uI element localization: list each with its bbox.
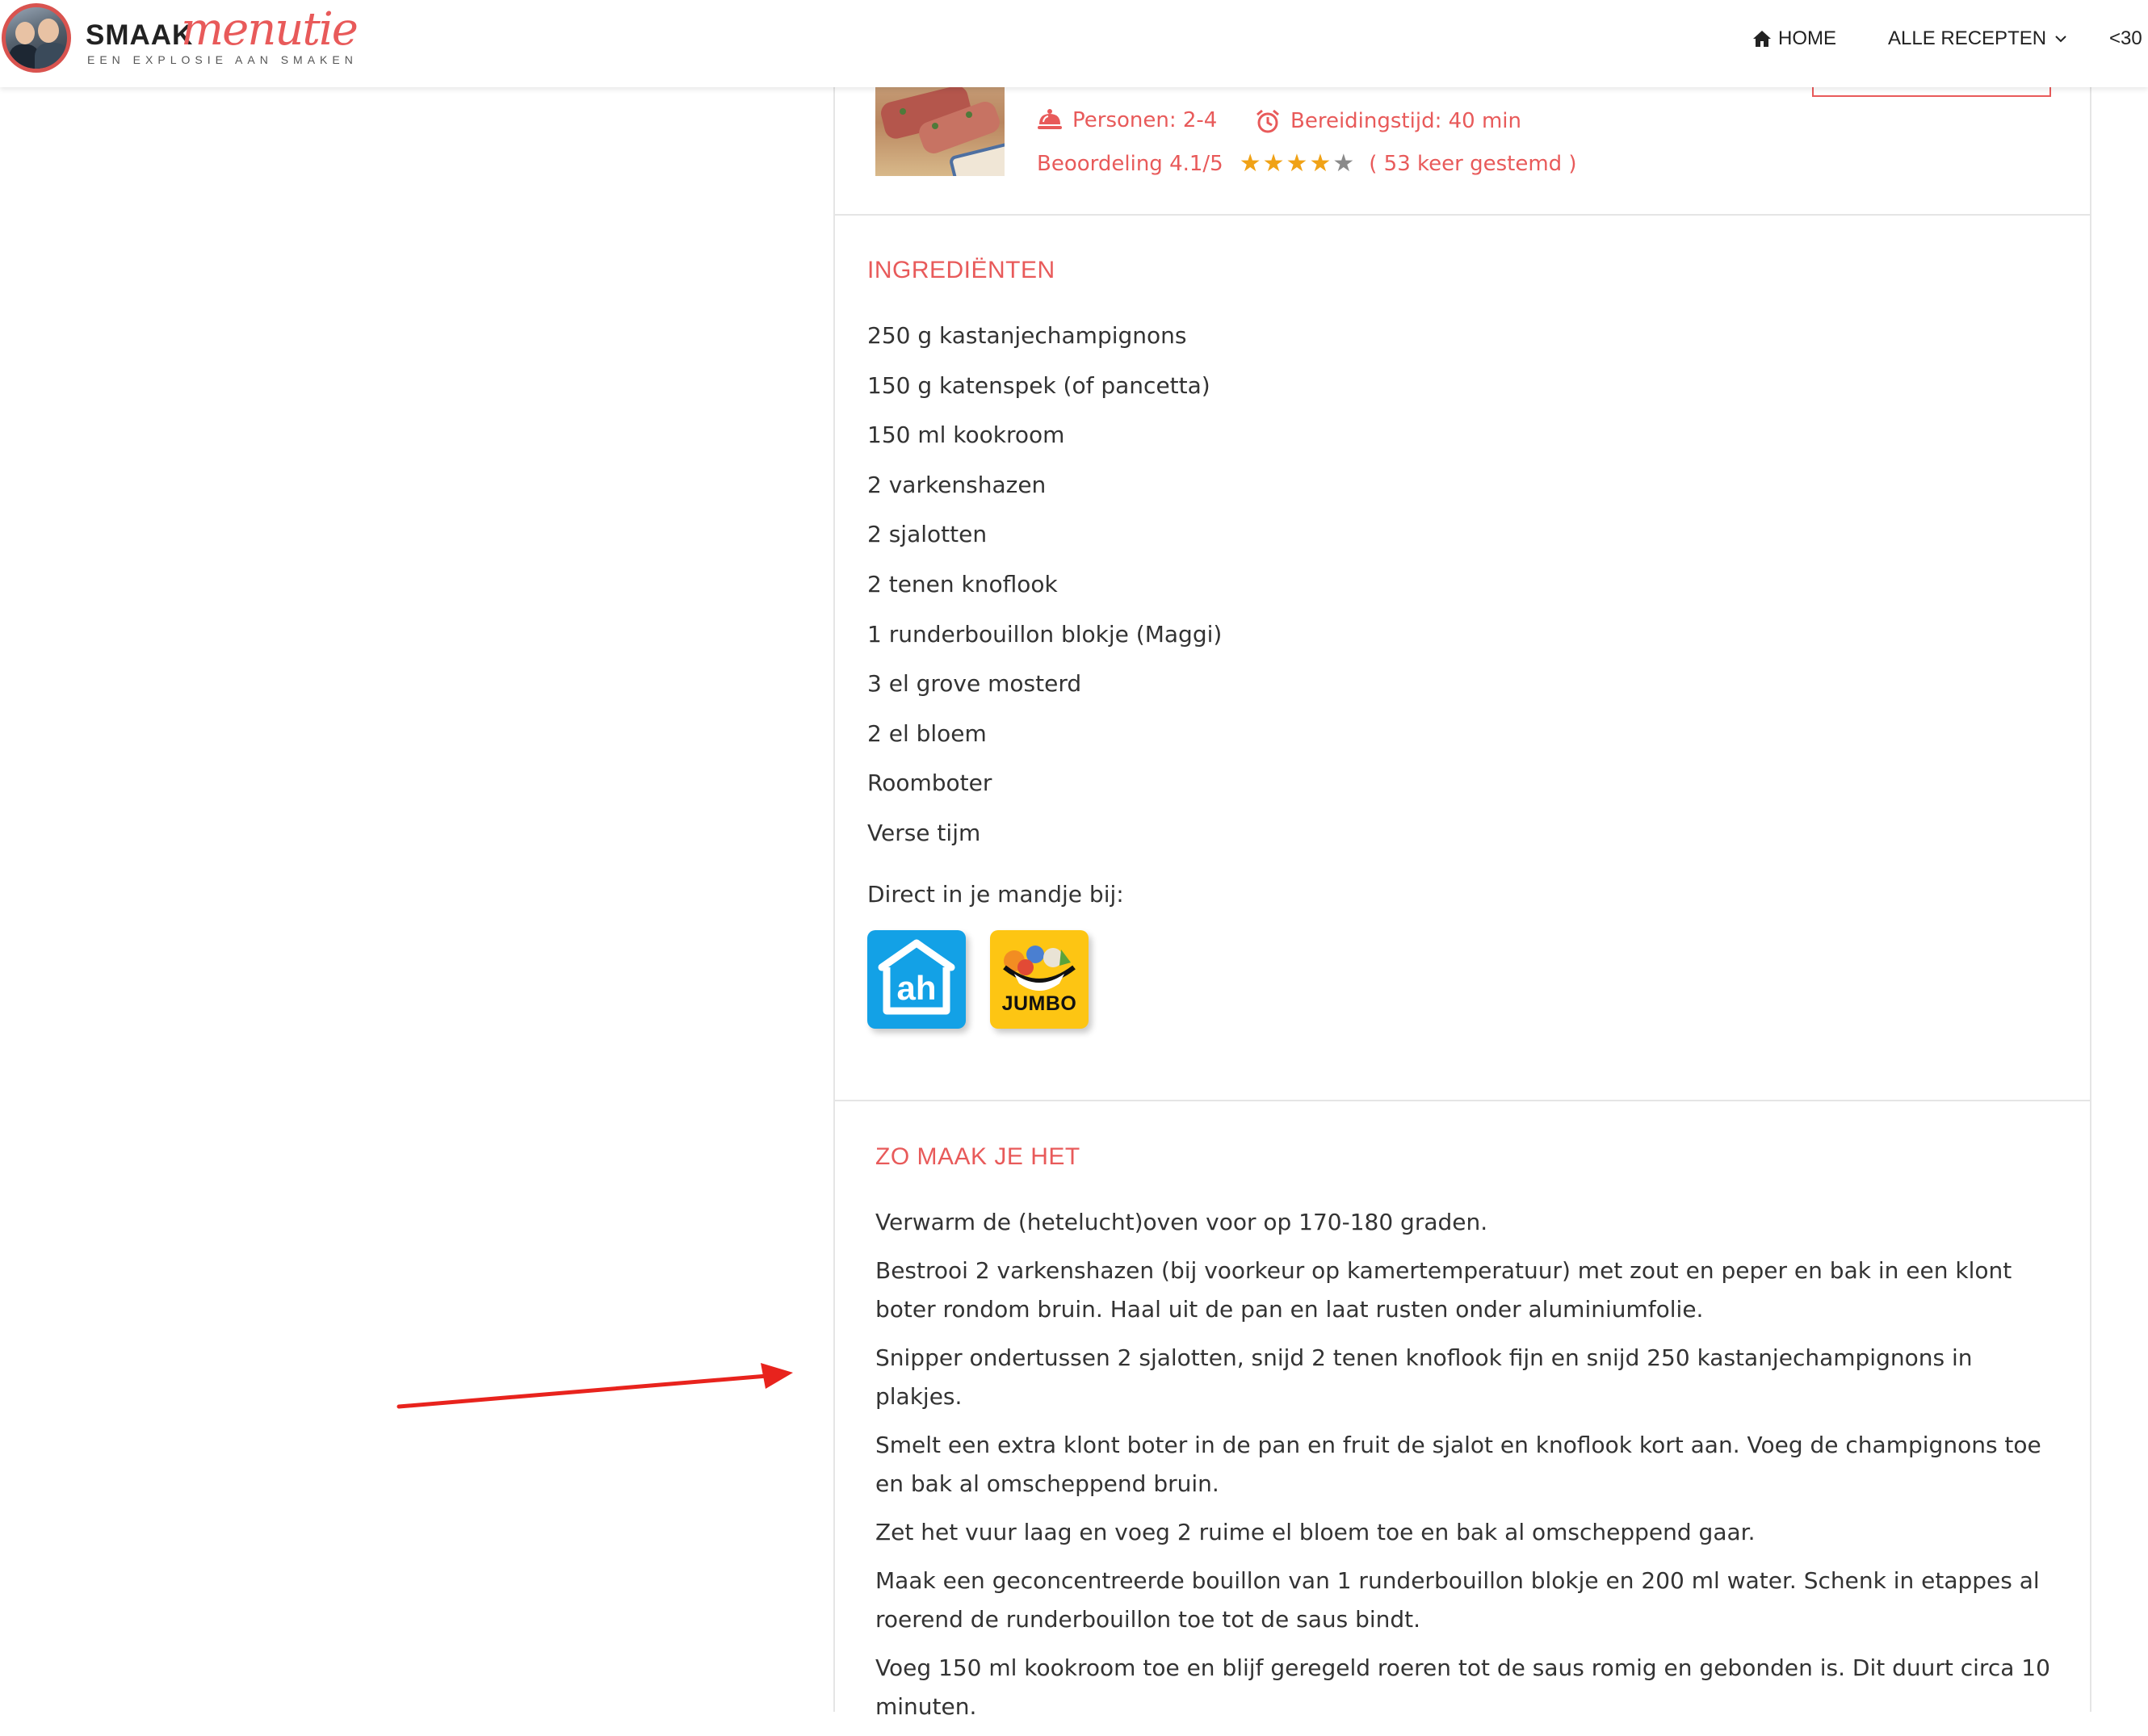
jumbo-logo-text: JUMBO (1001, 992, 1077, 1015)
jumbo-button[interactable]: JUMBO (990, 930, 1089, 1029)
divider (833, 1100, 2091, 1101)
nav-item-under-30[interactable]: <30 (2109, 26, 2142, 52)
ingredient-item: 250 g kastanjechampignons (867, 322, 1187, 349)
direction-step: Zet het vuur laag en voeg 2 ruime el blo… (875, 1519, 1756, 1545)
ingredient-item: 150 g katenspek (of pancetta) (867, 371, 1210, 399)
star-icon[interactable]: ★ (1263, 152, 1285, 176)
star-icon[interactable]: ★ (1286, 152, 1308, 176)
vote-count: ( 53 keer gestemd ) (1369, 152, 1577, 176)
direction-step: Maak een geconcentreerde bouillon van 1 … (875, 1567, 2040, 1633)
direction-step: Snipper ondertussen 2 sjalotten, snijd 2… (875, 1344, 1973, 1410)
logo-brand-smaak: SMAAK (86, 19, 194, 51)
prep-time-info: Bereidingstijd: 40 min (1255, 108, 1521, 134)
nav-label-alle-recepten: ALLE RECEPTEN (1888, 27, 2047, 49)
ingredient-list: 250 g kastanjechampignons 150 g katenspe… (867, 320, 1222, 867)
ingredient-item: 2 tenen knoflook (867, 570, 1058, 598)
direction-steps: Verwarm de (hetelucht)oven voor op 170-1… (875, 1203, 2054, 1736)
rating-stars[interactable]: ★ ★ ★ ★ ★ (1240, 152, 1357, 176)
direction-step: Voeg 150 ml kookroom toe en blijf gerege… (875, 1654, 2050, 1720)
home-icon (1753, 31, 1771, 47)
direction-step: Verwarm de (hetelucht)oven voor op 170-1… (875, 1209, 1488, 1235)
ingredient-item: 2 sjalotten (867, 521, 988, 548)
ingredient-item: 150 ml kookroom (867, 421, 1065, 449)
rating-info: Beoordeling 4.1/5 ★ ★ ★ ★ ★ ( 53 keer ge… (1037, 152, 1577, 177)
chevron-down-icon (2055, 36, 2066, 43)
prep-time-text: Bereidingstijd: 40 min (1290, 109, 1521, 133)
nav-label-under-30: <30 (2109, 27, 2142, 49)
persons-info: Personen: 2-4 (1037, 108, 1217, 132)
ingredient-item: 1 runderbouillon blokje (Maggi) (867, 620, 1223, 648)
directions-title: ZO MAAK JE HET (875, 1143, 1080, 1170)
red-arrow-icon (396, 1363, 793, 1409)
avatar[interactable] (2, 3, 71, 73)
ingredient-item: 3 el grove mosterd (867, 670, 1082, 698)
ingredient-item: Verse tijm (867, 819, 981, 846)
site-header: SMAAK menutie EEN EXPLOSIE AAN SMAKEN HO… (0, 0, 2148, 87)
logo-brand-menutie: menutie (181, 3, 359, 56)
ingredients-title: INGREDIËNTEN (867, 257, 1055, 283)
direction-step: Bestrooi 2 varkenshazen (bij voorkeur op… (875, 1257, 2012, 1323)
albert-heijn-button[interactable]: ah (867, 930, 966, 1029)
ingredient-item: 2 el bloem (867, 719, 987, 747)
recipe-thumbnail[interactable] (875, 87, 1005, 176)
serving-dish-icon (1038, 109, 1062, 129)
divider (833, 214, 2091, 216)
ingredient-item: 2 varkenshazen (867, 471, 1047, 498)
star-icon[interactable]: ★ (1332, 152, 1354, 176)
alarm-clock-icon (1256, 109, 1279, 133)
logo-tagline: EEN EXPLOSIE AAN SMAKEN (87, 53, 358, 66)
direct-basket-label: Direct in je mandje bij: (867, 881, 1124, 908)
direction-step: Smelt een extra klont boter in de pan en… (875, 1432, 2041, 1497)
nav-item-alle-recepten[interactable]: ALLE RECEPTEN (1888, 26, 2067, 52)
nav-item-home[interactable]: HOME (1752, 26, 1836, 52)
rating-text: Beoordeling 4.1/5 (1037, 152, 1223, 176)
nav-label-home: HOME (1778, 27, 1836, 49)
persons-text: Personen: 2-4 (1072, 108, 1218, 132)
star-icon[interactable]: ★ (1240, 152, 1261, 176)
ah-logo: ah (878, 939, 955, 1015)
star-icon[interactable]: ★ (1309, 152, 1331, 176)
svg-text:ah: ah (896, 969, 936, 1007)
ingredient-item: Roomboter (867, 769, 992, 797)
